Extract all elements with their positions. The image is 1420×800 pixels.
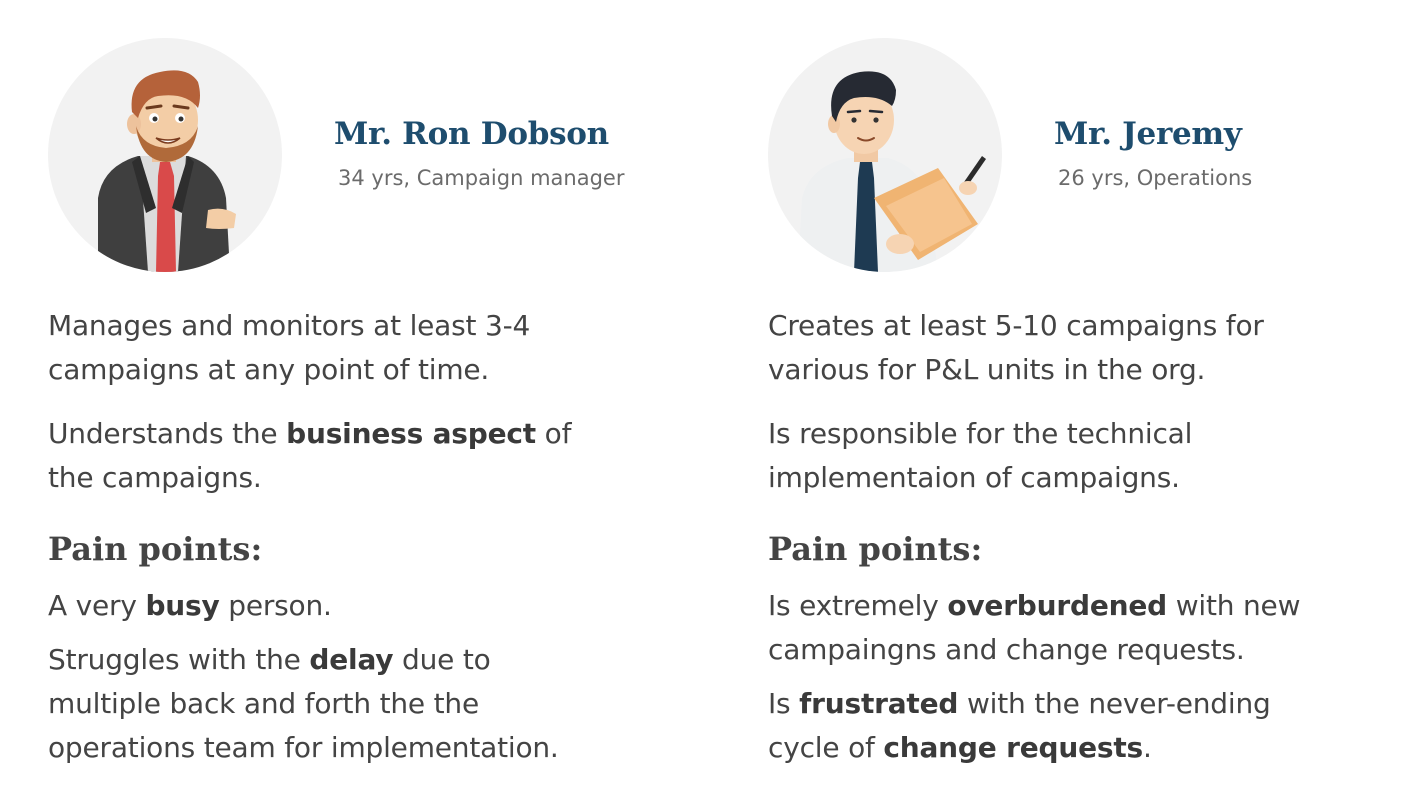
avatar (48, 38, 282, 272)
pain-point-1: Is extremely overburdened with new campa… (768, 589, 1301, 666)
pain-points-heading: Pain points: (48, 530, 263, 568)
office-worker-illustration (798, 71, 986, 272)
avatar (768, 38, 1002, 272)
persona-meta: 26 yrs, Operations (1058, 166, 1253, 190)
description-paragraph-2: Understands the business aspect of the c… (48, 417, 572, 494)
businessman-illustration (98, 70, 236, 272)
pain-points-heading: Pain points: (768, 530, 983, 568)
persona-name: Mr. Ron Dobson (334, 116, 609, 152)
persona-card-ron-dobson: Mr. Ron Dobson 34 yrs, Campaign manager … (48, 0, 688, 800)
description-paragraph-2: Is responsible for the technical impleme… (768, 417, 1193, 494)
pain-point-2: Is frustrated with the never-ending cycl… (768, 687, 1271, 764)
pain-point-1: A very busy person. (48, 589, 332, 622)
persona-name: Mr. Jeremy (1054, 116, 1242, 152)
pain-point-2: Struggles with the delay due to multiple… (48, 643, 559, 764)
persona-meta: 34 yrs, Campaign manager (338, 166, 625, 190)
persona-card-jeremy: Mr. Jeremy 26 yrs, Operations Creates at… (768, 0, 1408, 800)
description-paragraph-1: Manages and monitors at least 3-4 campai… (48, 309, 531, 386)
description-paragraph-1: Creates at least 5-10 campaigns for vari… (768, 309, 1264, 386)
